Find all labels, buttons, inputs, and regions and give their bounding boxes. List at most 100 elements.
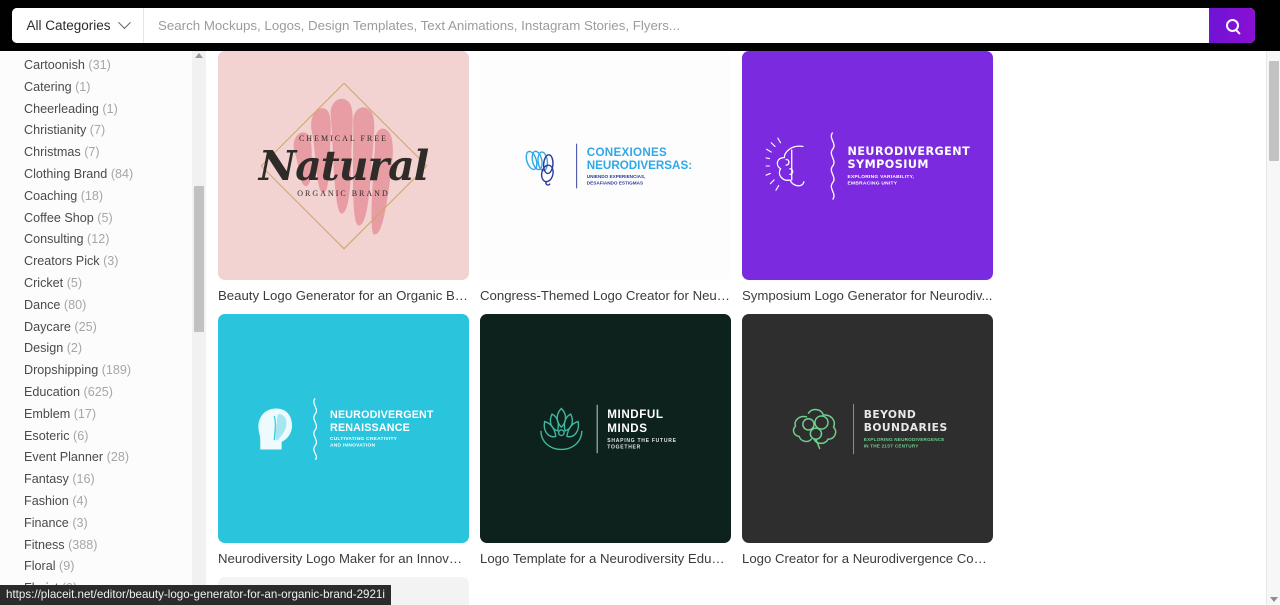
page-scrollbar-thumb[interactable] (1269, 61, 1279, 161)
logo-tagline-2: DESAFIANDO ESTIGMAS (586, 179, 644, 186)
sidebar-item-emblem[interactable]: Emblem (17) (24, 404, 206, 426)
sidebar-item-label: Finance (24, 515, 69, 530)
sidebar-item-label: Esoteric (24, 428, 70, 443)
sidebar-item-design[interactable]: Design (2) (24, 338, 206, 360)
card-title[interactable]: Logo Template for a Neurodiversity Educa… (480, 551, 731, 566)
logo-name: MINDFUL (606, 406, 664, 420)
logo-name: NEURODIVERGENT (329, 408, 434, 420)
logo-divider (576, 143, 578, 188)
sidebar-item-cricket[interactable]: Cricket (5) (24, 273, 206, 295)
template-thumbnail[interactable]: MINDFUL MINDS SHAPING THE FUTURE TOGETHE… (480, 314, 731, 543)
result-card[interactable]: NEURODIVERGENT SYMPOSIUM EXPLORING VARIA… (742, 51, 993, 303)
sidebar-item-dropshipping[interactable]: Dropshipping (189) (24, 360, 206, 382)
card-title[interactable]: Symposium Logo Generator for Neurodiv... (742, 288, 993, 303)
sidebar-item-count: (2) (66, 341, 83, 356)
half-brain-rays-icon (765, 137, 817, 195)
page-scrollbar[interactable] (1266, 51, 1280, 605)
logo-tagline-2: IN THE 21ST CENTURY (863, 443, 919, 449)
sidebar-item-count: (18) (80, 188, 104, 203)
template-thumbnail[interactable]: NEURODIVERGENT RENAISSANCE CULTIVATING C… (218, 314, 469, 543)
sidebar-item-esoteric[interactable]: Esoteric (6) (24, 426, 206, 448)
sidebar-item-label: Clothing Brand (24, 166, 108, 181)
sidebar-item-education[interactable]: Education (625) (24, 382, 206, 404)
sidebar-item-clothing-brand[interactable]: Clothing Brand (84) (24, 164, 206, 186)
card-title[interactable]: Logo Creator for a Neurodivergence Confe… (742, 551, 993, 566)
scroll-up-arrow-icon[interactable] (195, 53, 203, 58)
sidebar-item-finance[interactable]: Finance (3) (24, 513, 206, 535)
sidebar-item-label: Floral (24, 559, 56, 574)
logo-tagline-1: SHAPING THE FUTURE (606, 437, 677, 443)
sidebar-item-count: (7) (84, 145, 100, 160)
sidebar-item-label: Creators Pick (24, 254, 100, 269)
search-input[interactable] (144, 8, 1209, 43)
sidebar-item-catering[interactable]: Catering (1) (24, 77, 206, 99)
results-grid: CHEMICAL FREE Natural ORGANIC BRAND Beau… (218, 51, 1254, 605)
sidebar-item-label: Christianity (24, 123, 87, 138)
template-thumbnail[interactable]: CHEMICAL FREE Natural ORGANIC BRAND (218, 51, 469, 280)
sidebar-item-creators-pick[interactable]: Creators Pick (3) (24, 251, 206, 273)
brain-outline-icon (788, 403, 844, 453)
search-button[interactable] (1209, 8, 1255, 43)
logo-text: CONEXIONES NEURODIVERSAS: UNIENDO EXPERI… (587, 145, 692, 186)
card-title[interactable]: Beauty Logo Generator for an Organic Bra… (218, 288, 469, 303)
sidebar-item-fantasy[interactable]: Fantasy (16) (24, 469, 206, 491)
card-title[interactable]: Congress-Themed Logo Creator for Neuro..… (480, 288, 731, 303)
sidebar-item-count: (189) (101, 363, 132, 378)
logo-name-2: MINDS (606, 420, 648, 434)
sidebar-item-label: Cartoonish (24, 58, 85, 72)
result-card[interactable]: MINDFUL MINDS SHAPING THE FUTURE TOGETHE… (480, 314, 731, 566)
result-card[interactable]: BEYOND BOUNDARIES EXPLORING NEURODIVERGE… (742, 314, 993, 566)
sidebar-item-fashion[interactable]: Fashion (4) (24, 491, 206, 513)
template-thumbnail[interactable]: CONEXIONES NEURODIVERSAS: UNIENDO EXPERI… (480, 51, 731, 280)
sidebar-item-label: Christmas (24, 145, 81, 160)
sidebar-item-consulting[interactable]: Consulting (12) (24, 229, 206, 251)
logo-name-2: RENAISSANCE (329, 421, 410, 433)
sidebar-item-label: Event Planner (24, 450, 104, 465)
sidebar-item-count: (3) (72, 515, 88, 530)
category-sidebar[interactable]: Cartoonish (31) Catering (1) Cheerleadin… (0, 51, 206, 605)
sidebar-scrollbar-thumb[interactable] (194, 186, 204, 332)
sidebar-item-cheerleading[interactable]: Cheerleading (1) (24, 99, 206, 121)
sidebar-item-fitness[interactable]: Fitness (388) (24, 535, 206, 557)
sidebar-item-coffee-shop[interactable]: Coffee Shop (5) (24, 208, 206, 230)
result-card[interactable]: NEURODIVERSITY NEXUS CONNECTING MINDS FO… (480, 577, 731, 605)
sidebar-item-coaching[interactable]: Coaching (18) (24, 186, 206, 208)
template-thumbnail[interactable]: NEURODIVERGENT SYMPOSIUM EXPLORING VARIA… (742, 51, 993, 280)
result-card[interactable]: CONEXIONES NEURODIVERSAS: UNIENDO EXPERI… (480, 51, 731, 303)
card-title[interactable]: Neurodiversity Logo Maker for an Innovat… (218, 551, 469, 566)
sidebar-item-christianity[interactable]: Christianity (7) (24, 120, 206, 142)
sidebar-item-dance[interactable]: Dance (80) (24, 295, 206, 317)
logo-tagline-1: EXPLORING NEURODIVERGENCE (863, 436, 945, 443)
logo-name-2: NEURODIVERSAS: (586, 158, 693, 172)
sidebar-item-cartoonish[interactable]: Cartoonish (31) (24, 55, 206, 77)
logo-lockup: CONEXIONES NEURODIVERSAS: UNIENDO EXPERI… (519, 143, 692, 188)
results-grid-area: CHEMICAL FREE Natural ORGANIC BRAND Beau… (206, 51, 1266, 605)
sidebar-item-count: (6) (73, 428, 89, 443)
sidebar-item-count: (31) (88, 58, 111, 72)
logo-text: NEURODIVERGENT RENAISSANCE CULTIVATING C… (330, 409, 434, 449)
sidebar-item-label: Coaching (24, 188, 78, 203)
sidebar-item-label: Catering (24, 79, 72, 94)
sidebar-item-label: Fashion (24, 493, 69, 508)
sidebar-scrollbar[interactable] (192, 51, 206, 605)
result-card[interactable]: CHEMICAL FREE Natural ORGANIC BRAND Beau… (218, 51, 469, 303)
logo-name: Natural (258, 141, 430, 190)
sidebar-item-daycare[interactable]: Daycare (25) (24, 317, 206, 339)
sidebar-item-count: (388) (68, 537, 98, 552)
category-select[interactable]: All Categories (12, 8, 144, 43)
sidebar-item-floral[interactable]: Floral (9) (24, 556, 206, 578)
sidebar-item-christmas[interactable]: Christmas (7) (24, 142, 206, 164)
logo-divider (852, 403, 855, 454)
logo-text: MINDFUL MINDS SHAPING THE FUTURE TOGETHE… (607, 407, 676, 451)
logo-lockup: MINDFUL MINDS SHAPING THE FUTURE TOGETHE… (535, 404, 676, 453)
top-search-bar: All Categories (0, 0, 1280, 51)
result-card[interactable]: NEURODIVERGENT RENAISSANCE CULTIVATING C… (218, 314, 469, 566)
template-thumbnail[interactable]: NEURODIVERSITY NEXUS CONNECTING MINDS FO… (480, 577, 731, 605)
sidebar-item-event-planner[interactable]: Event Planner (28) (24, 447, 206, 469)
sidebar-item-count: (12) (87, 232, 110, 247)
scroll-down-arrow-icon[interactable] (1270, 597, 1278, 602)
sidebar-item-count: (4) (72, 493, 88, 508)
template-thumbnail[interactable]: BEYOND BOUNDARIES EXPLORING NEURODIVERGE… (742, 314, 993, 543)
sidebar-item-label: Daycare (24, 319, 71, 334)
sidebar-item-count: (17) (73, 406, 97, 421)
